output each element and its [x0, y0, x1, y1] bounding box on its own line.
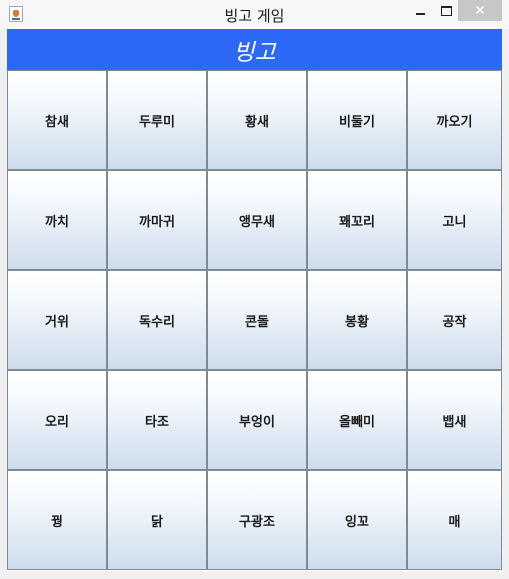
- title-bar[interactable]: 빙고 게임 ✕: [0, 0, 509, 29]
- bingo-cell[interactable]: 봉황: [307, 270, 407, 370]
- close-button[interactable]: ✕: [458, 0, 502, 21]
- bingo-board: 참새 두루미 황새 비둘기 까오기 까치 까마귀 앵무새 꽤꼬리 고니 거위 독…: [7, 70, 502, 570]
- minimize-icon: [415, 12, 425, 15]
- bingo-cell[interactable]: 부엉이: [207, 370, 307, 470]
- bingo-cell[interactable]: 매: [407, 470, 502, 570]
- bingo-cell[interactable]: 고니: [407, 170, 502, 270]
- bingo-cell[interactable]: 독수리: [107, 270, 207, 370]
- content-pane: 빙고 참새 두루미 황새 비둘기 까오기 까치 까마귀 앵무새 꽤꼬리 고니 거…: [7, 29, 502, 571]
- bingo-cell[interactable]: 뱁새: [407, 370, 502, 470]
- bingo-cell[interactable]: 공작: [407, 270, 502, 370]
- bingo-cell[interactable]: 올빼미: [307, 370, 407, 470]
- bingo-cell[interactable]: 꿩: [7, 470, 107, 570]
- close-icon: ✕: [474, 2, 486, 19]
- maximize-icon: [440, 5, 452, 16]
- bingo-cell[interactable]: 비둘기: [307, 70, 407, 170]
- bingo-cell[interactable]: 까오기: [407, 70, 502, 170]
- bingo-window: 빙고 게임 ✕ 빙고 참새 두루미 황새 비둘기 까오기 까치 까마귀 앵무새 …: [0, 0, 509, 579]
- bingo-cell[interactable]: 두루미: [107, 70, 207, 170]
- bingo-cell[interactable]: 닭: [107, 470, 207, 570]
- maximize-button[interactable]: [434, 0, 458, 21]
- bingo-cell[interactable]: 거위: [7, 270, 107, 370]
- bingo-cell[interactable]: 참새: [7, 70, 107, 170]
- bingo-header: 빙고: [7, 29, 502, 70]
- bingo-cell[interactable]: 까치: [7, 170, 107, 270]
- bingo-cell[interactable]: 꽤꼬리: [307, 170, 407, 270]
- bingo-cell[interactable]: 까마귀: [107, 170, 207, 270]
- bingo-cell[interactable]: 콘돌: [207, 270, 307, 370]
- minimize-button[interactable]: [406, 0, 434, 21]
- bingo-cell[interactable]: 오리: [7, 370, 107, 470]
- bingo-cell[interactable]: 황새: [207, 70, 307, 170]
- bingo-cell[interactable]: 구광조: [207, 470, 307, 570]
- bingo-cell[interactable]: 잉꼬: [307, 470, 407, 570]
- bingo-cell[interactable]: 타조: [107, 370, 207, 470]
- bingo-cell[interactable]: 앵무새: [207, 170, 307, 270]
